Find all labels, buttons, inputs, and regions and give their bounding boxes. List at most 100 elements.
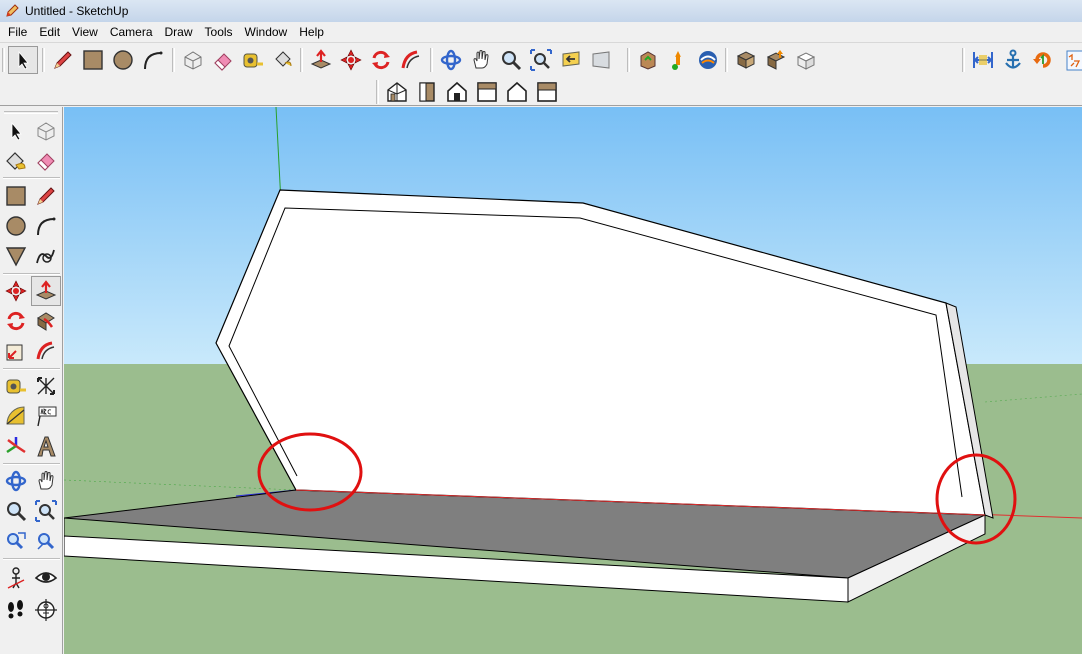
sketchup-window: Untitled - SketchUp File Edit View Camer… — [0, 0, 1082, 654]
polygon-icon[interactable] — [1, 241, 31, 271]
eraser-icon[interactable] — [208, 46, 238, 74]
share-component-icon[interactable] — [761, 46, 791, 74]
menu-help[interactable]: Help — [293, 22, 330, 42]
toolbar-grip[interactable] — [172, 48, 175, 72]
text-icon[interactable] — [31, 401, 61, 431]
get-current-view-icon[interactable] — [731, 46, 761, 74]
walk-icon[interactable] — [1, 595, 31, 625]
back-view-icon[interactable] — [502, 78, 532, 106]
rotate-icon[interactable] — [1, 306, 31, 336]
iso-view-icon[interactable] — [382, 78, 412, 106]
sandbox-icon[interactable] — [998, 46, 1028, 74]
toolbar-principal-group — [170, 45, 298, 75]
circle-icon[interactable] — [1, 211, 31, 241]
previous-view-icon[interactable] — [556, 46, 586, 74]
look-around-icon[interactable] — [31, 563, 61, 593]
top-view-icon[interactable] — [412, 78, 442, 106]
right-view-icon[interactable] — [472, 78, 502, 106]
next-view-icon[interactable] — [586, 46, 616, 74]
toolbar-grip[interactable] — [2, 48, 5, 72]
zoom-extents-icon[interactable] — [31, 526, 61, 556]
toolbar-grip[interactable] — [376, 80, 379, 104]
main-toolbar — [0, 42, 1082, 76]
circle-tool-icon[interactable] — [108, 46, 138, 74]
rectangle-tool-icon[interactable] — [78, 46, 108, 74]
follow-me-icon[interactable] — [31, 306, 61, 336]
arc-icon[interactable] — [31, 211, 61, 241]
rectangle-icon[interactable] — [1, 181, 31, 211]
orbit-icon[interactable] — [436, 46, 466, 74]
menu-window[interactable]: Window — [239, 22, 294, 42]
toolbar-modify-group — [298, 45, 426, 75]
toolbar-grip[interactable] — [430, 48, 433, 72]
make-component-icon[interactable] — [178, 46, 208, 74]
menu-bar: File Edit View Camera Draw Tools Window … — [0, 22, 1082, 42]
axes-icon[interactable] — [1, 431, 31, 461]
select-tool-icon[interactable] — [8, 46, 38, 74]
paint-bucket-icon[interactable] — [1, 145, 31, 175]
toolbar-select-group — [0, 45, 38, 75]
get-models-icon[interactable] — [633, 46, 663, 74]
toolbar-grip[interactable] — [42, 48, 45, 72]
drawing-viewport[interactable] — [64, 107, 1082, 654]
palette-separator — [3, 273, 60, 275]
dimension-icon[interactable] — [31, 371, 61, 401]
menu-camera[interactable]: Camera — [104, 22, 159, 42]
palette-separator — [3, 368, 60, 370]
menu-file[interactable]: File — [2, 22, 33, 42]
move-icon[interactable] — [1, 276, 31, 306]
3d-text-icon[interactable] — [31, 431, 61, 461]
zoom-window-icon[interactable] — [31, 496, 61, 526]
offset-icon[interactable] — [31, 336, 61, 366]
dimension-icon[interactable] — [968, 46, 998, 74]
line-tool-icon[interactable] — [48, 46, 78, 74]
move-icon[interactable] — [336, 46, 366, 74]
menu-tools[interactable]: Tools — [199, 22, 239, 42]
pan-icon[interactable] — [31, 466, 61, 496]
toolbar-google-group — [625, 45, 723, 75]
line-icon[interactable] — [31, 181, 61, 211]
zoom-extents-icon[interactable] — [526, 46, 556, 74]
toggle-terrain-icon[interactable] — [791, 46, 821, 74]
toolbar-grip[interactable] — [962, 48, 965, 72]
previous-view-icon[interactable] — [1, 526, 31, 556]
palette-separator — [3, 463, 60, 465]
pan-icon[interactable] — [466, 46, 496, 74]
freehand-icon[interactable] — [31, 241, 61, 271]
toolbar-grip[interactable] — [300, 48, 303, 72]
make-component-icon[interactable] — [31, 116, 61, 146]
menu-edit[interactable]: Edit — [33, 22, 66, 42]
push-pull-icon[interactable] — [31, 276, 61, 306]
section-plane-icon[interactable] — [31, 595, 61, 625]
zoom-icon[interactable] — [496, 46, 526, 74]
menu-draw[interactable]: Draw — [159, 22, 199, 42]
tape-measure-icon[interactable] — [1, 371, 31, 401]
push-pull-icon[interactable] — [306, 46, 336, 74]
section-icon[interactable] — [1058, 46, 1082, 74]
palette-grip[interactable] — [4, 111, 58, 114]
toolbar-grip[interactable] — [725, 48, 728, 72]
sketchup-pencil-icon — [4, 3, 20, 19]
protractor-icon[interactable] — [1, 401, 31, 431]
toolbar-grip[interactable] — [627, 48, 630, 72]
zoom-icon[interactable] — [1, 496, 31, 526]
front-view-icon[interactable] — [442, 78, 472, 106]
follow-me-icon[interactable] — [396, 46, 426, 74]
refresh-icon[interactable] — [1028, 46, 1058, 74]
rotate-icon[interactable] — [366, 46, 396, 74]
menu-view[interactable]: View — [66, 22, 104, 42]
arc-tool-icon[interactable] — [138, 46, 168, 74]
toolbar-extras-group — [960, 45, 1082, 75]
palette-separator — [3, 177, 60, 179]
orbit-icon[interactable] — [1, 466, 31, 496]
share-model-icon[interactable] — [663, 46, 693, 74]
scale-icon[interactable] — [1, 336, 31, 366]
tape-measure-icon[interactable] — [238, 46, 268, 74]
model-canvas[interactable] — [64, 107, 1082, 654]
left-view-icon[interactable] — [532, 78, 562, 106]
eraser-icon[interactable] — [31, 145, 61, 175]
google-earth-icon[interactable] — [693, 46, 723, 74]
position-camera-icon[interactable] — [1, 563, 31, 593]
paint-bucket-icon[interactable] — [268, 46, 298, 74]
select-icon[interactable] — [1, 116, 31, 146]
